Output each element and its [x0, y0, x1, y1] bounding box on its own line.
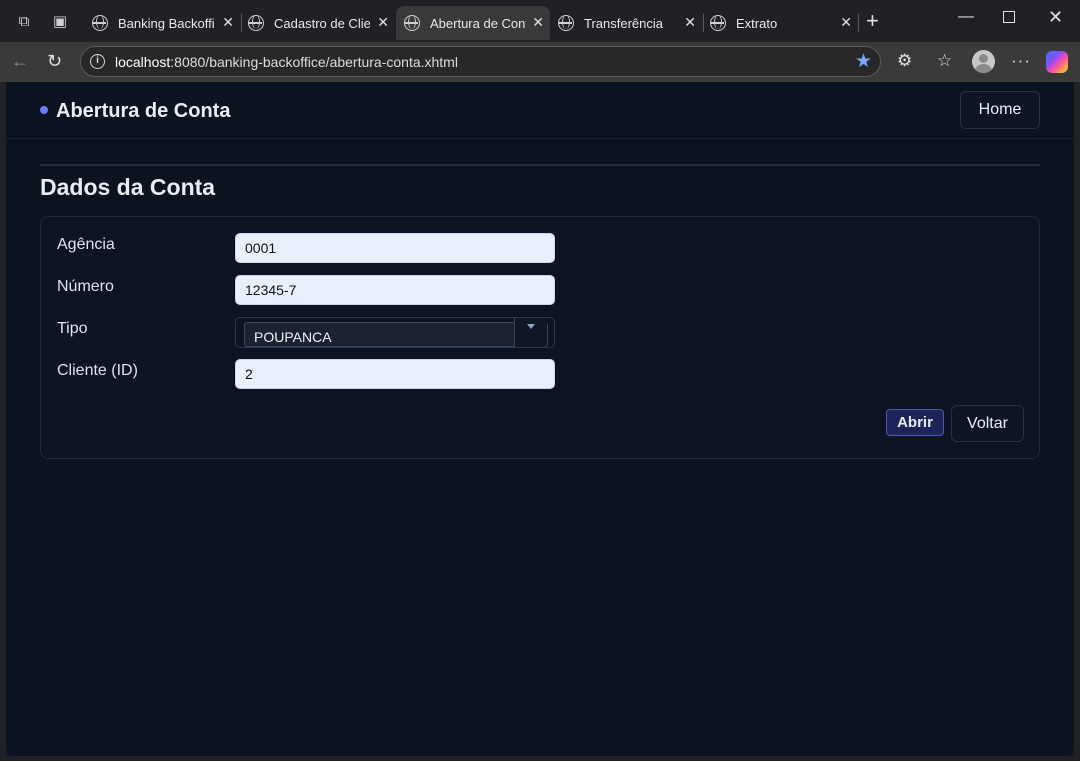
globe-icon [558, 15, 574, 31]
maximize-icon[interactable] [1003, 11, 1015, 23]
extensions-icon[interactable]: ⚙ [897, 51, 912, 71]
url-text[interactable]: localhost:8080/banking-backoffice/abertu… [115, 54, 458, 70]
page-title: Abertura de Conta [56, 100, 231, 122]
profile-avatar[interactable] [972, 50, 995, 73]
close-window-icon[interactable]: ✕ [1048, 7, 1063, 28]
section-divider [40, 164, 1040, 166]
tipo-select-field[interactable]: POUPANCA [244, 318, 548, 347]
close-icon[interactable]: ✕ [840, 14, 852, 31]
numero-input[interactable] [235, 275, 555, 305]
voltar-button[interactable]: Voltar [951, 405, 1024, 442]
tab-actions-icon[interactable]: ▣ [50, 11, 70, 31]
more-options-icon[interactable]: ··· [1011, 51, 1031, 71]
tipo-select[interactable]: POUPANCA [235, 317, 555, 348]
home-button[interactable]: Home [960, 91, 1040, 129]
section-title: Dados da Conta [40, 174, 216, 200]
tipo-label: Tipo [57, 320, 88, 337]
numero-label: Número [57, 278, 114, 295]
tipo-select-value: POUPANCA [254, 329, 332, 345]
globe-icon [404, 15, 420, 31]
tab-separator [858, 14, 859, 32]
account-form-card: Agência Número Tipo POUPANCA Cliente (ID… [40, 216, 1040, 459]
tab-cadastro-cliente[interactable]: Cadastro de Clien ✕ [240, 6, 395, 40]
tab-banking-backoffice[interactable]: Banking Backoffic ✕ [84, 6, 240, 40]
close-icon[interactable]: ✕ [222, 14, 234, 31]
new-tab-icon[interactable]: + [866, 10, 879, 32]
copilot-icon[interactable] [1046, 51, 1068, 73]
dropdown-toggle[interactable] [514, 318, 547, 347]
globe-icon [248, 15, 264, 31]
tab-extrato[interactable]: Extrato ✕ [702, 6, 858, 40]
close-icon[interactable]: ✕ [377, 14, 389, 31]
app-header: Abertura de Conta Home [6, 82, 1074, 139]
workspaces-icon[interactable]: ⧉ [14, 11, 34, 31]
address-bar[interactable]: i localhost:8080/banking-backoffice/aber… [80, 46, 881, 77]
browser-toolbar: ← ↻ i localhost:8080/banking-backoffice/… [0, 42, 1080, 82]
agencia-label: Agência [57, 236, 115, 253]
tab-label: Cadastro de Clien [274, 15, 370, 31]
agencia-input[interactable] [235, 233, 555, 263]
cliente-label: Cliente (ID) [57, 362, 138, 379]
site-info-icon[interactable]: i [90, 54, 105, 69]
abrir-button[interactable]: Abrir [886, 409, 944, 436]
browser-tab-strip: ⧉ ▣ Banking Backoffic ✕ Cadastro de Clie… [0, 0, 1080, 42]
globe-icon [710, 15, 726, 31]
globe-icon [92, 15, 108, 31]
tab-label: Extrato [736, 15, 778, 31]
page-viewport: Abertura de Conta Home Dados da Conta Ag… [6, 82, 1074, 756]
tab-transferencia[interactable]: Transferência ✕ [550, 6, 702, 40]
tab-abertura-conta[interactable]: Abertura de Conta ✕ [396, 6, 550, 40]
tab-label: Transferência [584, 15, 663, 31]
brand-dot-icon [40, 106, 48, 114]
close-icon[interactable]: ✕ [532, 14, 544, 31]
reload-icon[interactable]: ↻ [47, 51, 62, 72]
close-icon[interactable]: ✕ [684, 14, 696, 31]
chevron-down-icon [527, 324, 535, 329]
tab-label: Banking Backoffic [118, 15, 214, 31]
back-arrow-icon[interactable]: ← [11, 51, 29, 72]
favorites-icon[interactable]: ☆ [937, 51, 952, 71]
cliente-id-input[interactable] [235, 359, 555, 389]
minimize-icon[interactable]: — [958, 8, 974, 26]
tab-label: Abertura de Conta [430, 15, 526, 31]
favorite-star-icon[interactable]: ★ [855, 50, 872, 73]
